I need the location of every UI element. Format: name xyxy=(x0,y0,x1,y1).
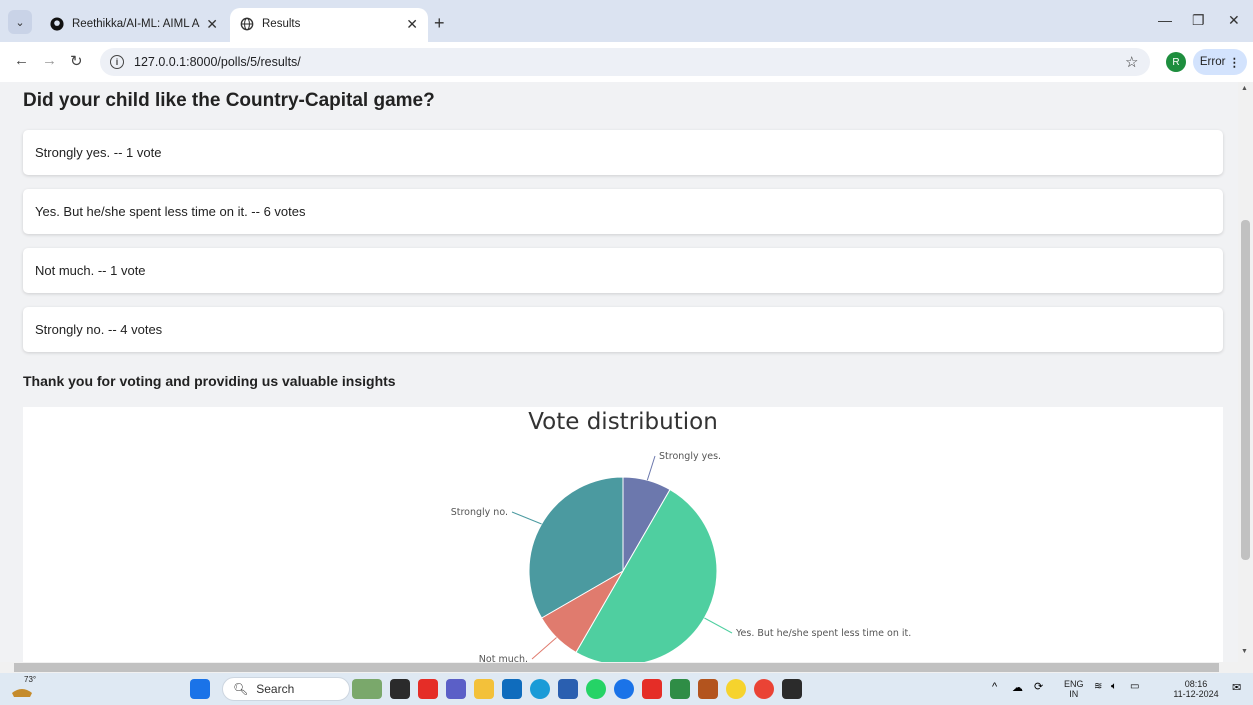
chart-container: Vote distribution Strongly yes. Yes. But … xyxy=(23,407,1223,662)
thanks-message: Thank you for voting and providing us va… xyxy=(23,373,396,389)
tab-title: Results xyxy=(262,18,301,30)
sync-icon[interactable]: ⟳ xyxy=(1034,680,1043,693)
widgets-icon[interactable] xyxy=(352,679,382,699)
pie-chart: Strongly yes. Yes. But he/she spent less … xyxy=(451,451,911,662)
outlook-icon[interactable] xyxy=(502,679,522,699)
vertical-scroll-thumb[interactable] xyxy=(1241,220,1250,560)
whatsapp-icon[interactable] xyxy=(586,679,606,699)
youtube-app-icon[interactable] xyxy=(642,679,662,699)
weather-widget[interactable]: 73° xyxy=(10,675,37,699)
edge-icon[interactable] xyxy=(530,679,550,699)
pie-leader-line xyxy=(646,455,656,481)
choice-text: Yes. But he/she spent less time on it. -… xyxy=(35,204,306,219)
windows-start-icon[interactable] xyxy=(190,679,210,699)
pie-label: Strongly no. xyxy=(451,507,508,518)
youtube-icon[interactable] xyxy=(418,679,438,699)
pie-leader-line xyxy=(704,617,733,634)
horizontal-scrollbar[interactable] xyxy=(0,662,1253,673)
pie-label: Not much. xyxy=(479,654,528,662)
restore-icon[interactable]: ❐ xyxy=(1192,12,1205,29)
clock[interactable]: 08:16 11-12-2024 xyxy=(1168,679,1224,699)
globe-icon xyxy=(240,17,254,31)
weather-temp: 73° xyxy=(24,675,37,684)
pie-label: Strongly yes. xyxy=(659,451,721,462)
list-item: Strongly yes. -- 1 vote xyxy=(23,130,1223,175)
pie-label: Yes. But he/she spent less time on it. xyxy=(735,628,911,639)
file-explorer-icon[interactable] xyxy=(474,679,494,699)
lang-bottom: IN xyxy=(1069,689,1079,699)
language-indicator[interactable]: ENG IN xyxy=(1064,679,1084,699)
back-icon[interactable]: ← xyxy=(14,52,29,69)
app-yellow-icon[interactable] xyxy=(726,679,746,699)
tray-chevron-icon[interactable]: ^ xyxy=(992,681,997,693)
app-orange-icon[interactable] xyxy=(698,679,718,699)
close-window-icon[interactable]: ✕ xyxy=(1228,12,1240,29)
vertical-scrollbar[interactable]: ▲ ▼ xyxy=(1238,82,1253,662)
wifi-icon[interactable]: ≋ xyxy=(1094,681,1102,692)
choice-text: Not much. -- 1 vote xyxy=(35,263,146,278)
reload-icon[interactable]: ↻ xyxy=(70,52,83,70)
tab-title: Reethikka/AI-ML: AIML Assignm xyxy=(72,18,200,30)
address-bar[interactable]: i 127.0.0.1:8000/polls/5/results/ xyxy=(100,48,1150,76)
horizontal-scroll-thumb[interactable] xyxy=(14,663,1219,672)
clock-time: 08:16 xyxy=(1184,679,1208,689)
bookmark-star-icon[interactable]: ☆ xyxy=(1125,53,1138,71)
pie-leader-line xyxy=(531,637,557,660)
info-icon[interactable]: i xyxy=(110,55,124,69)
search-label: Search xyxy=(256,682,295,696)
close-icon[interactable]: ✕ xyxy=(406,16,418,33)
taskbar: 73° 🔍︎ Search ^ ☁ ⟳ ENG IN ≋ 🔈︎ ▭ 08:16 … xyxy=(0,673,1253,705)
task-view-icon[interactable] xyxy=(390,679,410,699)
pie-leader-line xyxy=(511,511,542,525)
browser-toolbar: ← → ↻ i 127.0.0.1:8000/polls/5/results/ … xyxy=(0,42,1253,82)
choice-text: Strongly no. -- 4 votes xyxy=(35,322,163,337)
list-item: Strongly no. -- 4 votes xyxy=(23,307,1223,352)
search-icon: 🔍︎ xyxy=(233,682,249,696)
clock-date: 11-12-2024 xyxy=(1173,689,1219,699)
battery-icon[interactable]: ▭ xyxy=(1130,681,1139,692)
terminal-icon[interactable] xyxy=(782,679,802,699)
scroll-down-icon[interactable]: ▼ xyxy=(1241,648,1248,655)
tab-search-chevron-icon[interactable]: ⌄ xyxy=(8,10,32,34)
scroll-up-icon[interactable]: ▲ xyxy=(1241,85,1248,92)
profile-avatar[interactable]: R xyxy=(1166,52,1186,72)
url-text[interactable]: 127.0.0.1:8000/polls/5/results/ xyxy=(134,55,301,69)
list-item: Yes. But he/she spent less time on it. -… xyxy=(23,189,1223,234)
app-c-icon[interactable] xyxy=(614,679,634,699)
taskbar-search[interactable]: 🔍︎ Search xyxy=(222,677,350,701)
lang-top: ENG xyxy=(1064,679,1084,689)
notification-icon[interactable]: ✉ xyxy=(1232,681,1241,694)
chrome-icon[interactable] xyxy=(754,679,774,699)
cloud-icon[interactable]: ☁ xyxy=(1012,681,1023,694)
github-icon xyxy=(50,17,64,31)
teams-icon[interactable] xyxy=(446,679,466,699)
new-tab-icon[interactable]: + xyxy=(434,13,445,34)
forward-icon[interactable]: → xyxy=(42,52,57,69)
tab-github[interactable]: Reethikka/AI-ML: AIML Assignm ✕ xyxy=(40,8,228,40)
minimize-icon[interactable]: — xyxy=(1158,12,1172,28)
page-viewport: Did your child like the Country-Capital … xyxy=(0,82,1238,662)
more-icon: ⋮ xyxy=(1228,57,1241,69)
store-icon[interactable] xyxy=(558,679,578,699)
choice-text: Strongly yes. -- 1 vote xyxy=(35,145,162,160)
volume-icon[interactable]: 🔈︎ xyxy=(1111,681,1117,692)
geeksforgeeks-icon[interactable] xyxy=(670,679,690,699)
page-title: Did your child like the Country-Capital … xyxy=(23,90,435,111)
error-label: Error xyxy=(1199,56,1226,68)
close-icon[interactable]: ✕ xyxy=(206,16,218,33)
error-button[interactable]: Error ⋮ xyxy=(1193,49,1247,75)
list-item: Not much. -- 1 vote xyxy=(23,248,1223,293)
